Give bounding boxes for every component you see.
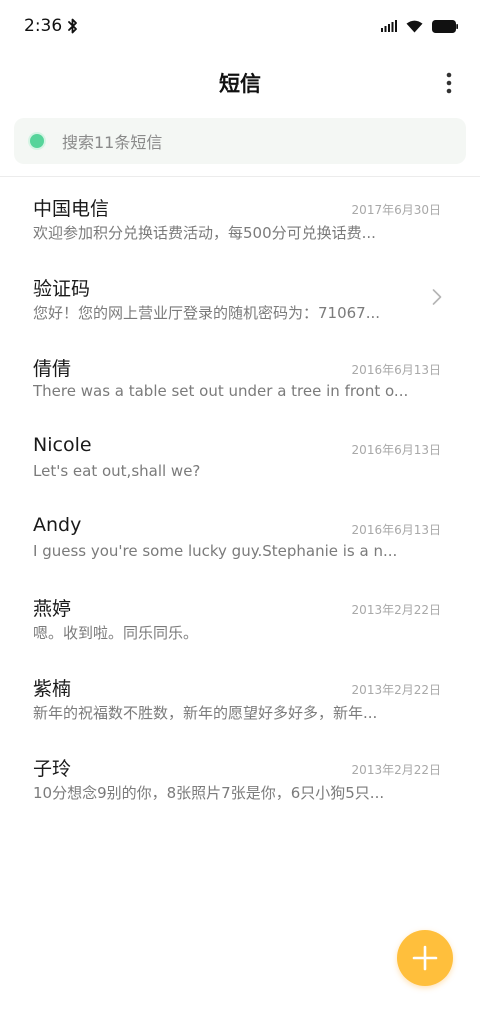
message-item-verification-code[interactable]: 验证码 您好！您的网上营业厅登录的随机密码为：71067... <box>0 257 480 337</box>
more-vertical-icon <box>446 72 452 94</box>
message-sender: 中国电信 <box>33 198 110 220</box>
message-preview: 嗯。收到啦。同乐同乐。 <box>33 624 199 642</box>
search-status-dot-icon <box>30 134 44 148</box>
message-date: 2013年2月22日 <box>351 763 441 777</box>
message-preview: 新年的祝福数不胜数，新年的愿望好多好多，新年... <box>33 704 378 722</box>
status-time: 2:36 <box>24 16 63 36</box>
message-preview: Let's eat out,shall we? <box>33 462 201 480</box>
message-preview: 10分想念9别的你，8张照片7张是你，6只小狗5只... <box>33 784 385 802</box>
signal-icon <box>381 20 397 32</box>
message-preview: I guess you're some lucky guy.Stephanie … <box>33 542 398 560</box>
message-sender: Andy <box>33 514 82 536</box>
message-preview: There was a table set out under a tree i… <box>33 382 409 400</box>
app-header: 短信 <box>0 52 480 114</box>
message-preview: 欢迎参加积分兑换话费活动，每500分可兑换话费... <box>33 224 376 242</box>
battery-icon <box>432 19 458 33</box>
message-list: 中国电信 2017年6月30日 欢迎参加积分兑换话费活动，每500分可兑换话费.… <box>0 177 480 817</box>
message-date: 2013年2月22日 <box>351 603 441 617</box>
message-sender: 倩倩 <box>33 358 72 380</box>
status-right <box>381 19 458 33</box>
message-sender: 紫楠 <box>33 678 72 700</box>
status-bar: 2:36 <box>0 0 480 52</box>
new-message-button[interactable] <box>397 930 453 986</box>
message-sender: Nicole <box>33 434 92 456</box>
message-preview: 您好！您的网上营业厅登录的随机密码为：71067... <box>33 304 381 322</box>
search-placeholder: 搜索11条短信 <box>62 133 163 152</box>
message-sender: 验证码 <box>33 278 91 300</box>
message-date: 2013年2月22日 <box>351 683 441 697</box>
message-item-ziling[interactable]: 子玲 2013年2月22日 10分想念9别的你，8张照片7张是你，6只小狗5只.… <box>0 737 480 817</box>
message-item-qianqian[interactable]: 倩倩 2016年6月13日 There was a table set out … <box>0 337 480 417</box>
message-sender: 燕婷 <box>33 598 72 620</box>
message-item-andy[interactable]: Andy 2016年6月13日 I guess you're some luck… <box>0 497 480 577</box>
message-date: 2016年6月13日 <box>351 363 441 377</box>
page-title: 短信 <box>219 72 261 96</box>
message-date: 2017年6月30日 <box>351 203 441 217</box>
status-left: 2:36 <box>24 16 78 36</box>
chevron-right-icon <box>432 289 442 305</box>
more-options-button[interactable] <box>444 70 454 96</box>
message-item-nicole[interactable]: Nicole 2016年6月13日 Let's eat out,shall we… <box>0 417 480 497</box>
wifi-icon <box>406 20 423 33</box>
message-sender: 子玲 <box>33 758 72 780</box>
bluetooth-icon <box>68 18 78 34</box>
message-item-yanting[interactable]: 燕婷 2013年2月22日 嗯。收到啦。同乐同乐。 <box>0 577 480 657</box>
message-item-zinan[interactable]: 紫楠 2013年2月22日 新年的祝福数不胜数，新年的愿望好多好多，新年... <box>0 657 480 737</box>
message-item-china-telecom[interactable]: 中国电信 2017年6月30日 欢迎参加积分兑换话费活动，每500分可兑换话费.… <box>0 177 480 257</box>
message-date: 2016年6月13日 <box>351 443 441 457</box>
message-date: 2016年6月13日 <box>351 523 441 537</box>
plus-icon <box>412 945 438 971</box>
search-input[interactable]: 搜索11条短信 <box>14 118 466 164</box>
